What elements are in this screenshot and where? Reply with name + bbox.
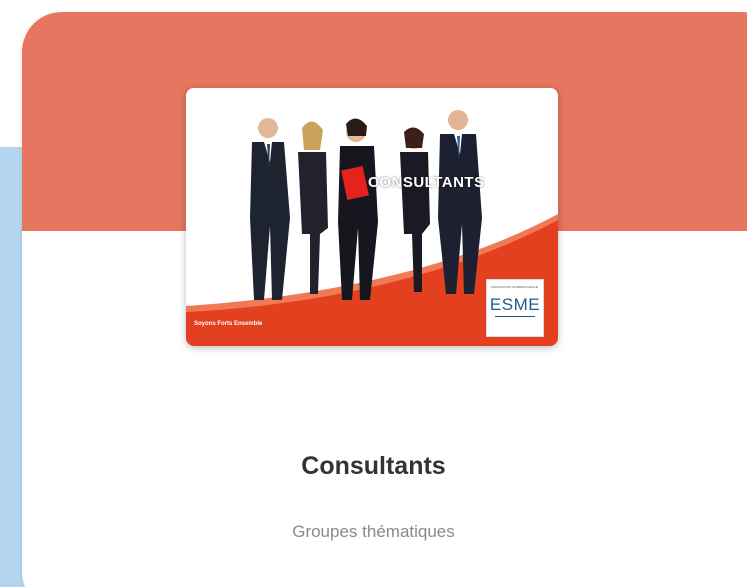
image-tagline: Soyons Forts Ensemble — [194, 321, 263, 327]
group-title[interactable]: Consultants — [0, 452, 747, 481]
image-title: CONSULTANTS — [368, 174, 485, 191]
group-category: Groupes thématiques — [292, 522, 455, 541]
logo-small-text: ASSOCIATION INTERNATIONALE — [491, 285, 538, 289]
group-image[interactable]: CONSULTANTS Soyons Forts Ensemble ASSOCI… — [186, 88, 558, 346]
logo-text: ESME — [489, 295, 541, 314]
image-overlay: CONSULTANTS Soyons Forts Ensemble ASSOCI… — [186, 88, 558, 346]
logo-underline — [495, 316, 535, 317]
esme-logo: ASSOCIATION INTERNATIONALE ESME — [486, 279, 544, 337]
page: CONSULTANTS Soyons Forts Ensemble ASSOCI… — [0, 0, 747, 587]
